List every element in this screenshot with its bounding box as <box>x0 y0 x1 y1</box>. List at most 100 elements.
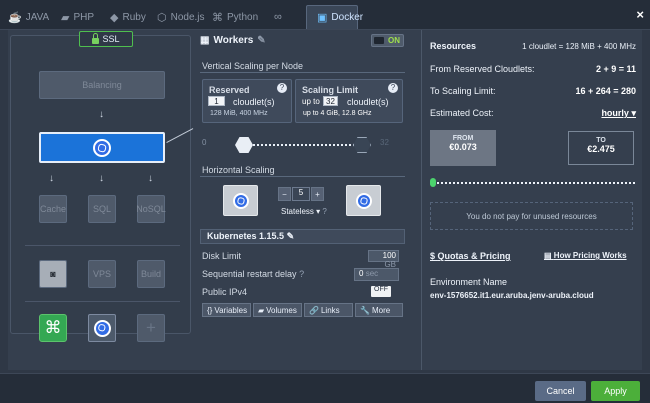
chevron-down-icon: ▾ <box>631 108 636 118</box>
scaling-limit-input[interactable]: 32 <box>323 96 338 106</box>
document-icon: ▤ <box>544 251 552 260</box>
restart-delay-field[interactable]: 0 sec <box>354 268 399 281</box>
build-button[interactable]: Build <box>137 260 165 288</box>
tab-nodejs[interactable]: ⬡ Node.js <box>157 5 205 29</box>
down-arrow-icon: ↓ <box>99 173 104 184</box>
tab-python[interactable]: ⌘ Python <box>212 5 258 29</box>
nosql-button[interactable]: NoSQL <box>136 195 166 223</box>
scaling-limit-unit: cloudlet(s) <box>347 97 389 107</box>
kubernetes-icon <box>355 192 372 209</box>
links-button[interactable]: 🔗 Links <box>304 303 353 317</box>
scaling-limit-box: Scaling Limit ? up to 32 cloudlet(s) up … <box>295 79 403 123</box>
reserved-cloudlets-value: 2 + 9 = 11 <box>595 64 636 74</box>
workers-toggle[interactable]: ON <box>371 34 404 47</box>
period-select[interactable]: hourly ▾ <box>601 108 636 119</box>
more-button[interactable]: 🔧 More <box>355 303 403 317</box>
tab-ruby[interactable]: ◆ Ruby <box>110 5 146 29</box>
kubernetes-icon <box>93 138 111 157</box>
horizontal-scaling-label: Horizontal Scaling <box>202 165 275 175</box>
tab-go[interactable]: ∞ <box>274 5 286 29</box>
kubernetes-version[interactable]: Kubernetes 1.15.5 ✎ <box>200 229 405 244</box>
workers-settings: ▦ Workers ✎ ON Vertical Scaling per Node R… <box>200 34 408 317</box>
pricing-link[interactable]: ▤ How Pricing Works <box>544 251 627 260</box>
stateless-select[interactable]: Stateless ▾ ? <box>281 207 327 216</box>
help-icon[interactable]: ? <box>277 83 287 93</box>
help-icon[interactable]: ? <box>388 83 398 93</box>
plus-icon: + <box>146 318 156 337</box>
divider <box>200 72 405 73</box>
cache-button[interactable]: Cache <box>39 195 67 223</box>
tab-docker[interactable]: ▣ Docker <box>306 5 363 29</box>
edit-icon: ✎ <box>257 35 266 46</box>
storage-button[interactable]: ◙ <box>39 260 67 288</box>
reserved-box: Reserved ? 1 cloudlet(s) 128 MiB, 400 MH… <box>202 79 292 123</box>
variables-button[interactable]: {} Variables <box>202 303 251 317</box>
wrench-icon: 🔧 <box>360 305 370 315</box>
ssl-toggle[interactable]: SSL <box>79 31 133 47</box>
environment-name-label: Environment Name <box>430 277 508 287</box>
quotas-link[interactable]: $ Quotas & Pricing <box>430 251 511 261</box>
unused-resources-note: You do not pay for unused resources <box>430 202 633 230</box>
dollar-icon: $ <box>430 251 436 261</box>
disk-limit-field[interactable]: 100 GB <box>368 250 399 269</box>
vertical-scaling-slider[interactable] <box>242 144 366 146</box>
reserved-title: Reserved <box>209 85 250 95</box>
nodejs-icon: ⬡ <box>157 11 167 24</box>
price-from: FROM €0.073 <box>430 130 496 166</box>
storage-icon: ◙ <box>50 269 56 279</box>
kubernetes-horizontal-button[interactable] <box>223 185 258 216</box>
slider-min-label: 0 <box>202 138 207 147</box>
public-ipv4-toggle[interactable]: OFF <box>371 286 391 297</box>
php-icon: ▰ <box>61 11 70 24</box>
tab-php[interactable]: ▰ PHP <box>61 5 94 29</box>
add-node-button[interactable]: + <box>137 314 165 342</box>
scaling-limit-label: To Scaling Limit: <box>430 86 496 96</box>
java-icon: ☕ <box>8 11 22 24</box>
cloudlet-info: 1 cloudlet = 128 MiB + 400 MHz <box>522 42 636 51</box>
apply-button[interactable]: Apply <box>591 381 640 401</box>
python-icon: ⌘ <box>212 11 223 24</box>
restart-delay-label: Sequential restart delay ? <box>202 269 305 279</box>
vps-button[interactable]: VPS <box>88 260 116 288</box>
price-to: TO €2.475 <box>568 131 634 165</box>
decrement-button[interactable]: − <box>278 187 291 201</box>
public-ipv4-label: Public IPv4 <box>202 287 248 297</box>
resources-title: Resources <box>430 41 477 51</box>
reserved-input[interactable]: 1 <box>208 96 225 106</box>
network-button[interactable]: ⌘ <box>39 314 67 342</box>
chevron-down-icon: ▾ <box>316 207 321 216</box>
close-icon[interactable]: × <box>636 7 644 22</box>
volumes-button[interactable]: ▰ Volumes <box>253 303 302 317</box>
cancel-button[interactable]: Cancel <box>535 381 586 401</box>
increment-button[interactable]: + <box>311 187 324 201</box>
slider-max-label: 32 <box>380 138 389 147</box>
help-icon: ? <box>322 207 327 216</box>
link-icon: 🔗 <box>309 305 319 315</box>
network-icon: ⌘ <box>44 318 62 337</box>
go-icon: ∞ <box>274 11 282 23</box>
kubernetes-icon <box>232 192 249 209</box>
kubernetes-node-button[interactable] <box>39 132 165 163</box>
price-range-slider[interactable] <box>434 182 635 184</box>
price-slider-handle[interactable] <box>430 178 436 187</box>
scaling-limit-prefix: up to <box>302 97 320 106</box>
edit-icon: ✎ <box>286 231 295 241</box>
help-icon: ? <box>299 269 305 279</box>
scaling-limit-resources: up to 4 GiB, 12.8 GHz <box>303 110 372 117</box>
ruby-icon: ◆ <box>110 11 119 24</box>
balancing-button[interactable]: Balancing <box>39 71 165 99</box>
footer: Cancel Apply <box>0 373 650 403</box>
tab-java[interactable]: ☕ JAVA <box>8 5 49 29</box>
engine-tabs: ☕ JAVA ▰ PHP ◆ Ruby ⬡ Node.js ⌘ Python ∞ ▣ Doc… <box>0 0 650 30</box>
reserved-cloudlets-label: From Reserved Cloudlets: <box>430 64 535 74</box>
scaling-limit-value: 16 + 264 = 280 <box>575 86 636 96</box>
scaling-limit-title: Scaling Limit <box>302 85 359 95</box>
down-arrow-icon: ↓ <box>49 173 54 184</box>
resources-panel: Resources 1 cloudlet = 128 MiB + 400 MHz… <box>421 30 642 370</box>
kubernetes-add-button[interactable] <box>88 314 116 342</box>
nodes-count-input[interactable]: 5 <box>292 187 310 201</box>
grid-icon: ▦ <box>200 35 210 46</box>
vertical-scaling-label: Vertical Scaling per Node <box>202 61 304 71</box>
kubernetes-copy-button[interactable] <box>346 185 381 216</box>
sql-button[interactable]: SQL <box>88 195 116 223</box>
